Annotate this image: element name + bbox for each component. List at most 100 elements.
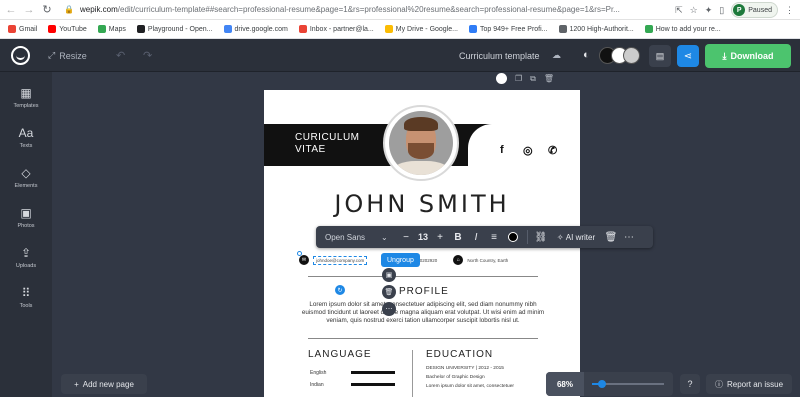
selection-handle[interactable] — [297, 251, 302, 256]
bookmark-label: YouTube — [59, 25, 87, 33]
sidepanel-icon[interactable]: ▯ — [719, 5, 724, 16]
increase-size-button[interactable]: + — [431, 232, 449, 243]
edu-years: 2012 - 2015 — [478, 366, 504, 371]
bookmark-item[interactable]: YouTube — [48, 25, 87, 33]
share-page-icon[interactable]: ⇱ — [675, 5, 683, 16]
profile-status: Paused — [748, 6, 772, 14]
browser-actions: ⇱ ☆ ✦ ▯ P Paused ⋮ — [675, 2, 794, 18]
sidebar-item-photos[interactable]: ▣ Photos — [0, 206, 52, 229]
back-icon[interactable]: ← — [4, 4, 18, 16]
sidebar-item-tools[interactable]: ⠿ Tools — [0, 286, 52, 309]
extensions-icon[interactable]: ✦ — [705, 5, 713, 16]
add-page-button[interactable]: + Add new page — [61, 374, 147, 394]
language-item[interactable]: English — [310, 370, 326, 376]
text-color-swatch[interactable] — [508, 232, 518, 242]
delete-icon[interactable]: 🗑 — [602, 232, 620, 243]
profile-heading[interactable]: PROFILE — [399, 286, 449, 297]
redo-icon[interactable]: ↷ — [143, 49, 152, 62]
bookmark-item[interactable]: My Drive - Google... — [384, 25, 458, 33]
ai-writer-button[interactable]: ✧ AI writer — [550, 233, 602, 242]
lock-element-icon[interactable]: ▣ — [382, 268, 396, 282]
more-element-icon[interactable]: ⋯ — [382, 302, 396, 316]
edu-text[interactable]: Lorem ipsum dolor sit amet, consectetuer — [426, 384, 514, 389]
bold-icon[interactable]: B — [449, 232, 467, 243]
sidebar-item-templates[interactable]: ▦ Templates — [0, 86, 52, 109]
align-icon[interactable]: ≡ — [485, 232, 503, 243]
location-text[interactable]: North Country, Earth — [467, 258, 508, 263]
editor-topbar: ⤢ Resize ↶ ↷ Curriculum template ☁ ◐ ▤ ⋖ … — [0, 39, 800, 72]
page-background-color[interactable] — [496, 73, 507, 84]
ai-writer-label: AI writer — [565, 232, 596, 242]
report-issue-button[interactable]: ⓘ Report an issue — [706, 374, 792, 394]
ungroup-button[interactable]: Ungroup — [381, 253, 420, 267]
italic-icon[interactable]: I — [467, 232, 485, 243]
help-button[interactable]: ? — [680, 374, 700, 394]
font-size-value[interactable]: 13 — [415, 232, 431, 242]
decrease-size-button[interactable]: − — [397, 232, 415, 243]
education-heading[interactable]: EDUCATION — [426, 349, 493, 360]
text-icon: Aa — [18, 126, 34, 140]
lock-icon[interactable]: 🔒 — [64, 5, 76, 14]
bookmark-item[interactable]: Gmail — [8, 25, 37, 33]
education-school-line[interactable]: DESIGN UNIVERSITY | 2012 - 2015 — [426, 366, 504, 371]
cv-title[interactable]: CURICULUM VITAE — [295, 132, 360, 156]
facebook-icon[interactable]: f — [500, 144, 504, 156]
bookmark-item[interactable]: Inbox - partner@la... — [298, 25, 374, 33]
font-family-select[interactable]: Open Sans ⌄ — [325, 233, 397, 242]
zoom-slider[interactable] — [592, 380, 664, 388]
forward-icon[interactable]: → — [22, 4, 36, 16]
zoom-slider-handle[interactable] — [597, 380, 606, 388]
resize-button[interactable]: ⤢ Resize — [48, 50, 87, 61]
sidebar-item-elements[interactable]: ◇ Elements — [0, 166, 52, 189]
bookmark-item[interactable]: 1200 High-Authorit... — [558, 25, 634, 33]
reload-icon[interactable]: ↻ — [40, 3, 54, 16]
bookmark-item[interactable]: Top 949+ Free Profi... — [469, 25, 548, 33]
link-icon[interactable]: ⛓ — [532, 232, 550, 243]
divider-line — [308, 276, 538, 277]
address-bar[interactable]: wepik.com/edit/curriculum-template##sear… — [80, 5, 620, 14]
more-options-icon[interactable]: ⋯ — [620, 232, 638, 243]
bookmark-item[interactable]: Maps — [97, 25, 126, 33]
profile-photo[interactable] — [389, 111, 453, 175]
bookmark-item[interactable]: Playground - Open... — [136, 25, 213, 33]
language-heading[interactable]: LANGUAGE — [308, 349, 372, 360]
feedback-button[interactable]: ▤ — [649, 45, 671, 67]
download-button[interactable]: ⤓ Download — [705, 44, 791, 68]
profile-text[interactable]: Lorem ipsum dolor sit amet, consectetuer… — [297, 301, 549, 325]
menu-kebab-icon[interactable]: ⋮ — [785, 5, 794, 16]
sidebar-item-uploads[interactable]: ⇪ Uploads — [0, 246, 52, 269]
upload-icon: ⇪ — [20, 246, 32, 260]
document-title[interactable]: Curriculum template — [459, 51, 540, 61]
bookmark-favicon-icon — [644, 25, 653, 33]
resume-name[interactable]: JOHN SMITH — [264, 190, 580, 218]
color-swatch-gray[interactable] — [623, 47, 640, 64]
report-label: Report an issue — [726, 379, 784, 389]
wepik-logo-icon[interactable] — [11, 46, 30, 65]
zoom-level[interactable]: 68% — [546, 372, 584, 396]
undo-icon[interactable]: ↶ — [116, 49, 125, 62]
text-format-toolbar: Open Sans ⌄ − 13 + B I ≡ ⛓ ✧ AI writer 🗑 … — [316, 226, 653, 248]
edu-degree[interactable]: Bachelor of Graphic Design — [426, 375, 485, 380]
bookmark-item[interactable]: drive.google.com — [223, 25, 288, 33]
sidebar-item-label: Photos — [17, 223, 35, 229]
copy-page-icon[interactable]: ⧉ — [530, 74, 536, 84]
rotate-icon[interactable]: ↻ — [335, 285, 345, 295]
sidebar-item-texts[interactable]: Aa Texts — [0, 126, 52, 149]
zoom-control: 68% — [546, 372, 673, 396]
bookmark-label: Inbox - partner@la... — [309, 25, 374, 33]
location-icon: ⌂ — [453, 255, 464, 265]
palette-icon[interactable]: ◐ — [583, 49, 590, 61]
duplicate-page-icon[interactable]: ❐ — [515, 74, 522, 83]
share-button[interactable]: ⋖ — [677, 45, 699, 67]
email-text[interactable]: johndoe@company.com — [313, 255, 368, 265]
instagram-icon[interactable]: ◎ — [523, 144, 533, 157]
bookmark-item[interactable]: How to add your re... — [644, 25, 721, 33]
bookmarks-bar: Gmail YouTube Maps Playground - Open... driv… — [0, 20, 800, 39]
bookmark-favicon-icon — [8, 25, 16, 33]
delete-page-icon[interactable]: 🗑 — [544, 74, 554, 83]
bookmark-star-icon[interactable]: ☆ — [690, 5, 698, 16]
whatsapp-icon[interactable]: ✆ — [548, 144, 557, 157]
language-item[interactable]: Indian — [310, 382, 324, 388]
profile-button[interactable]: P Paused — [731, 2, 778, 18]
delete-element-icon[interactable]: 🗑 — [382, 285, 396, 299]
